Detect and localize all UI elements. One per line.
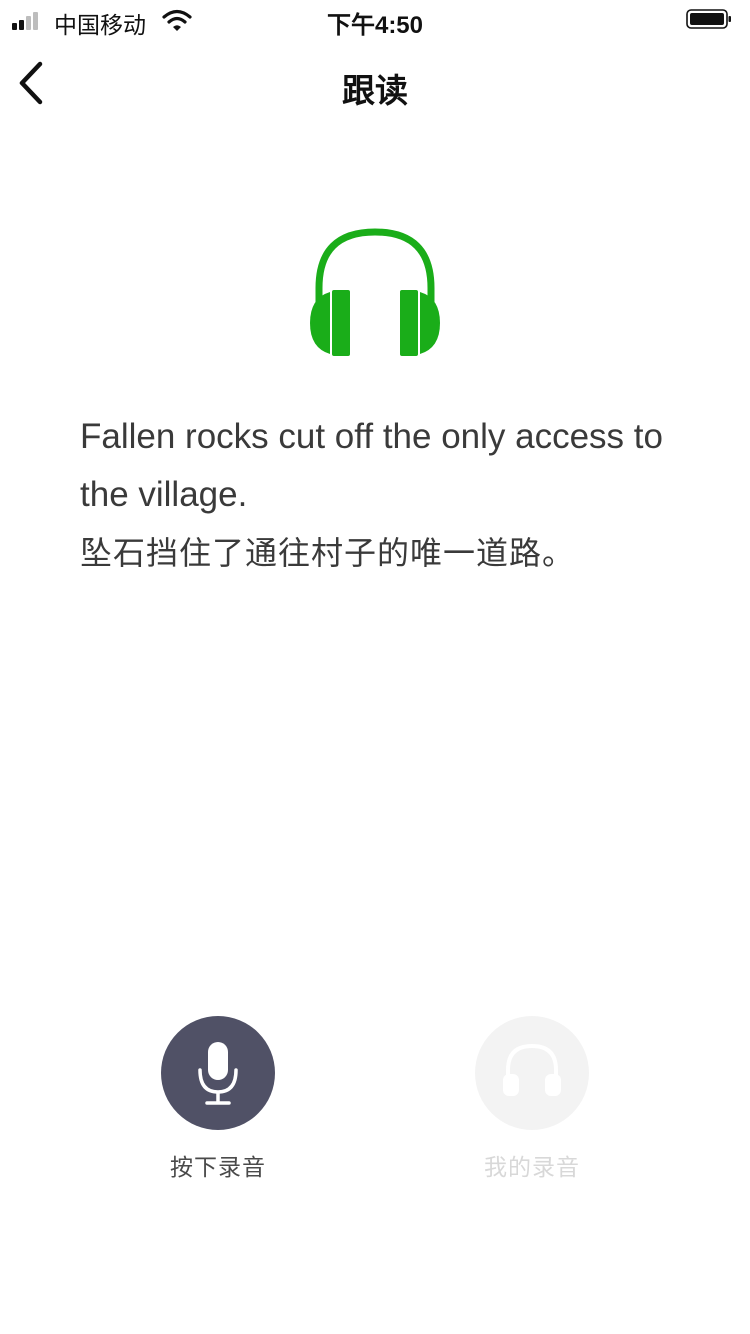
status-bar: 中国移动 下午4:50 bbox=[0, 0, 750, 40]
battery-icon bbox=[686, 9, 731, 29]
my-recording-label: 我的录音 bbox=[484, 1154, 580, 1180]
my-recording-circle[interactable] bbox=[475, 1016, 589, 1130]
headphones-icon bbox=[310, 228, 440, 356]
page-title: 跟读 bbox=[342, 72, 408, 109]
record-circle[interactable] bbox=[161, 1016, 275, 1130]
headphones-icon bbox=[503, 1043, 561, 1096]
sentence-block: Fallen rocks cut off the only access to … bbox=[80, 408, 680, 582]
record-button[interactable]: 按下录音 bbox=[128, 1016, 308, 1182]
nav-bar: 跟读 bbox=[0, 40, 750, 128]
sentence-english: Fallen rocks cut off the only access to … bbox=[80, 417, 663, 514]
my-recording-button[interactable]: 我的录音 bbox=[442, 1016, 622, 1182]
microphone-icon bbox=[198, 1042, 238, 1105]
record-label: 按下录音 bbox=[170, 1154, 266, 1180]
sentence-chinese: 坠石挡住了通往村子的唯一道路。 bbox=[80, 535, 576, 571]
status-time: 下午4:50 bbox=[326, 12, 424, 39]
